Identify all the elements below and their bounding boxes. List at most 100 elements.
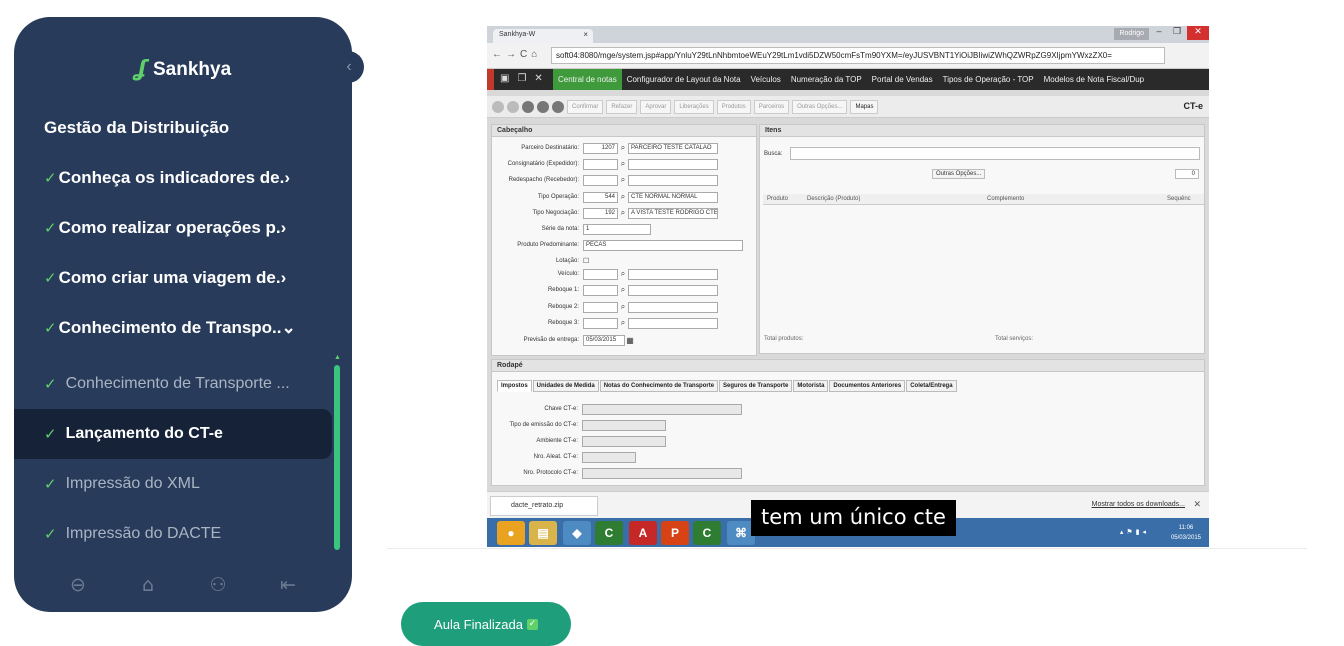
field-input[interactable]: [582, 467, 742, 479]
lesson-item-active[interactable]: ✓ Lançamento do CT-e: [14, 409, 332, 459]
menu-item[interactable]: Modelos de Nota Fiscal/Dup: [1039, 69, 1150, 90]
lesson-item[interactable]: ✓ Conhecimento de Transporte ...: [14, 359, 332, 409]
tab-impostos[interactable]: Impostos: [497, 380, 532, 392]
search-icon[interactable]: ⌕: [618, 192, 628, 202]
field-input[interactable]: [582, 451, 636, 463]
menu-item-central-notas[interactable]: Central de notas: [553, 69, 622, 90]
menu-item[interactable]: Portal de Vendas: [867, 69, 938, 90]
sidebar-collapse-button[interactable]: ‹: [334, 51, 364, 83]
pdf-icon[interactable]: A: [629, 521, 657, 545]
column-header[interactable]: Produto: [763, 194, 803, 204]
module-item-expanded[interactable]: ✓ Conhecimento de Transpo..⌄: [44, 318, 296, 338]
partners-button[interactable]: Parceiros: [753, 100, 790, 114]
field-select[interactable]: [582, 435, 666, 447]
show-all-downloads-link[interactable]: Mostrar todos os downloads...: [1092, 501, 1185, 508]
field-desc[interactable]: [628, 174, 718, 186]
search-icon[interactable]: ⌕: [618, 175, 628, 185]
menu-item[interactable]: Configurador de Layout da Nota: [622, 69, 746, 90]
field-code[interactable]: [583, 284, 618, 296]
cancel-icon[interactable]: [537, 101, 549, 113]
releases-button[interactable]: Liberações: [674, 100, 714, 114]
users-icon[interactable]: ⚇: [206, 573, 230, 597]
logout-icon[interactable]: ⇤: [276, 573, 300, 597]
scrollbar-thumb[interactable]: [334, 365, 340, 550]
lesson-item[interactable]: ✓ Impressão do XML: [14, 459, 332, 509]
field-code[interactable]: 544: [583, 191, 618, 203]
tab[interactable]: Notas do Conhecimento de Transporte: [599, 380, 719, 392]
field-input[interactable]: [582, 403, 742, 415]
field-select[interactable]: [582, 419, 666, 431]
powerpoint-icon[interactable]: P: [661, 521, 689, 545]
tab[interactable]: Seguros de Transporte: [719, 380, 793, 392]
lesson-item[interactable]: ✓ Impressão do DACTE: [14, 509, 332, 559]
search-icon[interactable]: ⌕: [618, 269, 628, 279]
field-code[interactable]: [583, 317, 618, 329]
tab[interactable]: Coleta/Entrega: [906, 380, 957, 392]
confirm-button[interactable]: Confirmar: [567, 100, 604, 114]
url-field[interactable]: soft04:8080/mge/system.jsp#app/YnluY29tL…: [551, 47, 1165, 64]
field-code[interactable]: [583, 158, 618, 170]
module-item[interactable]: ✓ Conheça os indicadores de.›: [44, 168, 290, 188]
remove-icon[interactable]: [507, 101, 519, 113]
column-header[interactable]: Descrição (Produto): [803, 194, 983, 204]
column-header[interactable]: Sequênc: [1163, 194, 1203, 204]
arrow-left-icon[interactable]: ⊖: [66, 573, 90, 597]
field-code[interactable]: 192: [583, 207, 618, 219]
items-options-button[interactable]: Outras Opções...: [932, 169, 986, 179]
chrome-icon[interactable]: ●: [497, 521, 525, 545]
calendar-icon[interactable]: ▦: [625, 336, 635, 345]
date-field[interactable]: 05/03/2015: [583, 334, 625, 346]
items-search-input[interactable]: [790, 147, 1200, 160]
field-desc[interactable]: [628, 317, 718, 329]
maps-button[interactable]: Mapas: [850, 100, 879, 114]
browser-user[interactable]: Rodrigo: [1114, 28, 1149, 40]
field-desc[interactable]: [628, 268, 718, 280]
tab[interactable]: Motorista: [793, 380, 829, 392]
field-code[interactable]: 1207: [583, 142, 618, 154]
confirm-icon[interactable]: [522, 101, 534, 113]
search-icon[interactable]: ⌕: [618, 285, 628, 295]
field-code[interactable]: [583, 268, 618, 280]
sankhya-app-icon[interactable]: C: [693, 521, 721, 545]
browser-nav-icons[interactable]: ←→C⌂: [492, 49, 541, 60]
field-desc[interactable]: [628, 301, 718, 313]
scroll-up-icon[interactable]: ▲: [334, 354, 341, 361]
menu-item[interactable]: Tipos de Operação - TOP: [938, 69, 1039, 90]
browser-tab[interactable]: Sankhya-W ×: [493, 29, 593, 43]
explorer-icon[interactable]: ▤: [529, 521, 557, 545]
sankhya-app-icon[interactable]: C: [595, 521, 623, 545]
search-icon[interactable]: ⌕: [618, 208, 628, 218]
options-icon[interactable]: [552, 101, 564, 113]
menu-item[interactable]: Numeração da TOP: [786, 69, 867, 90]
field-code[interactable]: PECAS: [583, 239, 743, 251]
close-window-icon[interactable]: ✕: [1187, 26, 1209, 40]
tab[interactable]: Documentos Anteriores: [829, 380, 906, 392]
search-icon[interactable]: ⌕: [618, 159, 628, 169]
field-desc[interactable]: [628, 158, 718, 170]
home-icon[interactable]: ⌂: [136, 573, 160, 597]
menu-item[interactable]: Veículos: [746, 69, 786, 90]
field-desc[interactable]: A VISTA TESTE RODRIGO CTE: [628, 207, 718, 219]
restore-icon[interactable]: ❐: [1169, 26, 1185, 40]
tab[interactable]: Unidades de Medida: [532, 380, 599, 392]
search-icon[interactable]: ⌕: [618, 302, 628, 312]
module-item[interactable]: ✓ Como realizar operações p.›: [44, 218, 286, 238]
more-options-button[interactable]: Outras Opções...: [792, 100, 848, 114]
app-window-icons[interactable]: ▣❐✕: [500, 73, 551, 84]
products-button[interactable]: Produtos: [716, 100, 751, 114]
close-icon[interactable]: ✕: [1193, 499, 1201, 510]
field-desc[interactable]: CTE NORMAL NORMAL: [628, 191, 718, 203]
search-icon[interactable]: ⌕: [618, 318, 628, 328]
module-item[interactable]: ✓ Como criar uma viagem de.›: [44, 268, 286, 288]
system-tray-icons[interactable]: ▴⚑▮◂: [1120, 528, 1149, 536]
column-header[interactable]: Complemento: [983, 194, 1163, 204]
minimize-icon[interactable]: –: [1151, 26, 1167, 40]
approve-button[interactable]: Aprovar: [640, 100, 672, 114]
field-code[interactable]: 1: [583, 223, 651, 235]
lesson-finished-button[interactable]: Aula Finalizada ✓: [401, 602, 571, 646]
download-file[interactable]: dacte_retrato.zip: [490, 496, 598, 516]
redo-button[interactable]: Refazer: [606, 100, 638, 114]
checkbox[interactable]: ☐: [583, 257, 589, 265]
brand-logo[interactable]: ʆ Sankhya: [14, 57, 352, 82]
add-icon[interactable]: [492, 101, 504, 113]
